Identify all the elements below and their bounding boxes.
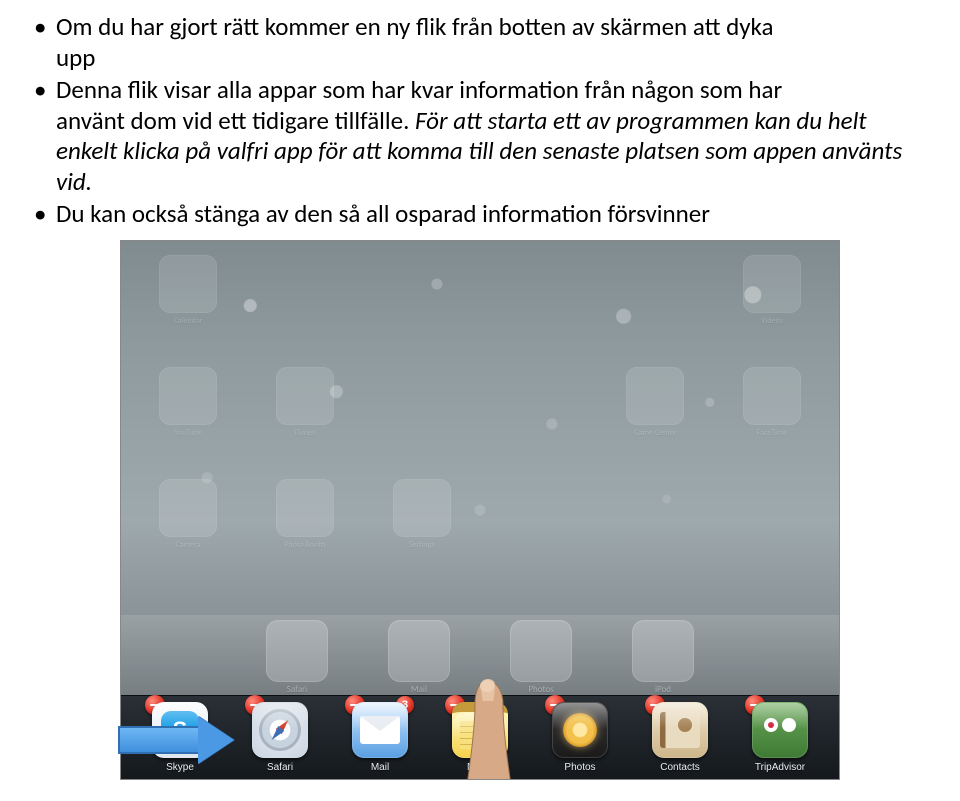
bullet-2-line2: använt dom vid ett tidigare tillfälle. <box>56 105 415 136</box>
bullet-2: Denna flik visar alla appar som har kvar… <box>28 75 932 197</box>
dock-mail: Mail <box>382 620 456 695</box>
photos-icon <box>552 702 608 758</box>
bg-icon: Calendar <box>155 255 221 326</box>
bullet-3: Du kan också stänga av den så all ospara… <box>28 199 932 230</box>
app-contacts[interactable]: Contacts <box>643 702 717 773</box>
app-label: Safari <box>267 762 293 773</box>
bullet-list: Om du har gjort rätt kommer en ny flik f… <box>28 12 932 230</box>
dock-ipod: iPod <box>626 620 700 695</box>
screenshot-wrap: Calendar Videos YouTube iTunes Game Cent… <box>120 240 840 780</box>
bg-icon: iTunes <box>272 367 338 438</box>
bullet-1-line1: Om du har gjort rätt kommer en ny flik f… <box>56 11 773 42</box>
bg-icon: Videos <box>739 255 805 326</box>
bg-row-3: Camera Photo Booth Settings <box>121 479 839 550</box>
mail-icon <box>352 702 408 758</box>
arrow-annotation-icon <box>118 716 238 764</box>
bg-icon <box>505 367 571 438</box>
contacts-icon <box>652 702 708 758</box>
bg-icon: YouTube <box>155 367 221 438</box>
ipad-screenshot: Calendar Videos YouTube iTunes Game Cent… <box>120 240 840 780</box>
app-notes[interactable]: Notes <box>443 702 517 773</box>
page: Om du har gjort rätt kommer en ny flik f… <box>0 0 960 780</box>
bullet-1-line2: upp <box>56 42 95 73</box>
app-label: Notes <box>467 762 493 773</box>
bg-icon: Game Center <box>622 367 688 438</box>
tripadvisor-icon <box>752 702 808 758</box>
safari-icon <box>252 702 308 758</box>
dock: Safari Mail Photos iPod <box>121 615 839 695</box>
app-mail[interactable]: 3 Mail <box>343 702 417 773</box>
dock-photos: Photos <box>504 620 578 695</box>
notes-icon <box>452 702 508 758</box>
bg-icon: Settings <box>389 479 455 550</box>
bg-icon <box>272 255 338 326</box>
bg-icon: FaceTime <box>739 367 805 438</box>
bg-icon <box>389 255 455 326</box>
bg-row-2: YouTube iTunes Game Center FaceTime <box>121 367 839 438</box>
bg-icon: Camera <box>155 479 221 550</box>
bullet-3-text: Du kan också stänga av den så all ospara… <box>56 198 710 229</box>
app-label: Contacts <box>660 762 699 773</box>
app-photos[interactable]: Photos <box>543 702 617 773</box>
bg-icon: Photo Booth <box>272 479 338 550</box>
bg-icon <box>389 367 455 438</box>
bg-icon <box>505 255 571 326</box>
bg-icon <box>622 255 688 326</box>
bg-row-1: Calendar Videos <box>121 255 839 326</box>
app-safari[interactable]: Safari <box>243 702 317 773</box>
app-label: Photos <box>564 762 595 773</box>
app-tripadvisor[interactable]: TripAdvisor <box>743 702 817 773</box>
app-label: TripAdvisor <box>755 762 805 773</box>
bullet-2-line1: Denna flik visar alla appar som har kvar… <box>56 74 782 105</box>
bg-icon <box>622 479 688 550</box>
bullet-1: Om du har gjort rätt kommer en ny flik f… <box>28 12 932 73</box>
bg-icon <box>739 479 805 550</box>
dock-safari: Safari <box>260 620 334 695</box>
app-label: Mail <box>371 762 389 773</box>
bg-icon <box>505 479 571 550</box>
